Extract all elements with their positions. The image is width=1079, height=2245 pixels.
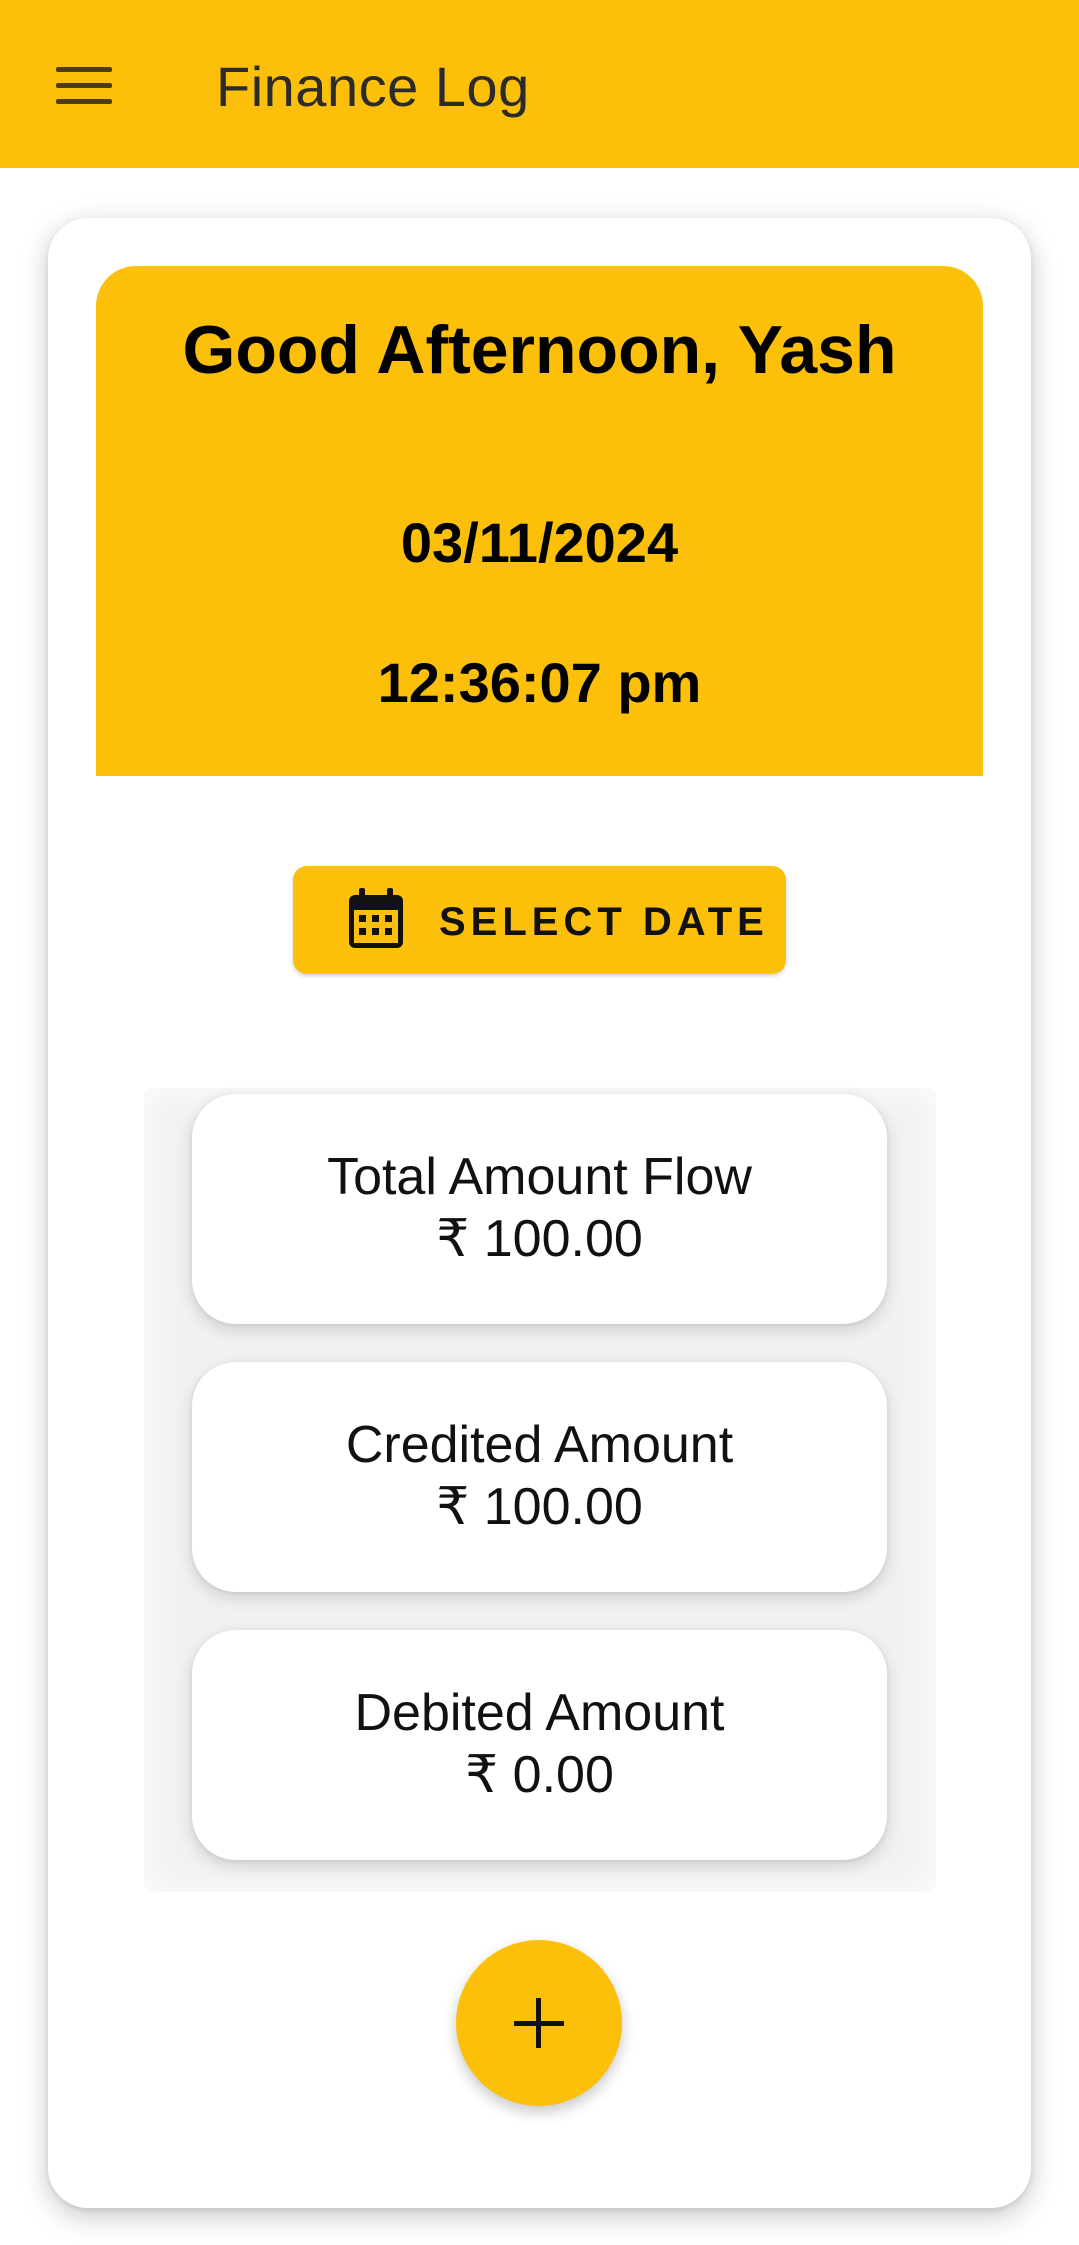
greeting-text: Good Afternoon, Yash	[182, 312, 897, 388]
debited-amount-card: Debited Amount ₹ 0.00	[192, 1630, 887, 1860]
current-date: 03/11/2024	[400, 511, 679, 574]
select-date-button[interactable]: SELECT DATE	[293, 866, 786, 974]
credited-amount-value: ₹ 100.00	[436, 1478, 643, 1536]
debited-amount-label: Debited Amount	[354, 1684, 725, 1742]
total-amount-label: Total Amount Flow	[327, 1148, 752, 1206]
menu-button[interactable]	[36, 44, 132, 128]
total-amount-card: Total Amount Flow ₹ 100.00	[192, 1094, 887, 1324]
app-bar: Finance Log	[0, 0, 1079, 168]
menu-icon	[56, 67, 112, 105]
add-transaction-button[interactable]	[456, 1940, 622, 2106]
current-time: 12:36:07 pm	[377, 651, 702, 714]
main-card: Good Afternoon, Yash 03/11/2024 12:36:07…	[48, 218, 1031, 2208]
select-date-label: SELECT DATE	[439, 900, 769, 944]
app-title: Finance Log	[216, 55, 530, 118]
credited-amount-label: Credited Amount	[345, 1416, 734, 1474]
debited-amount-value: ₹ 0.00	[465, 1746, 614, 1804]
total-amount-value: ₹ 100.00	[436, 1210, 643, 1268]
credited-amount-card: Credited Amount ₹ 100.00	[192, 1362, 887, 1592]
calendar-icon	[349, 888, 403, 948]
greeting-panel: Good Afternoon, Yash 03/11/2024 12:36:07…	[96, 266, 983, 776]
